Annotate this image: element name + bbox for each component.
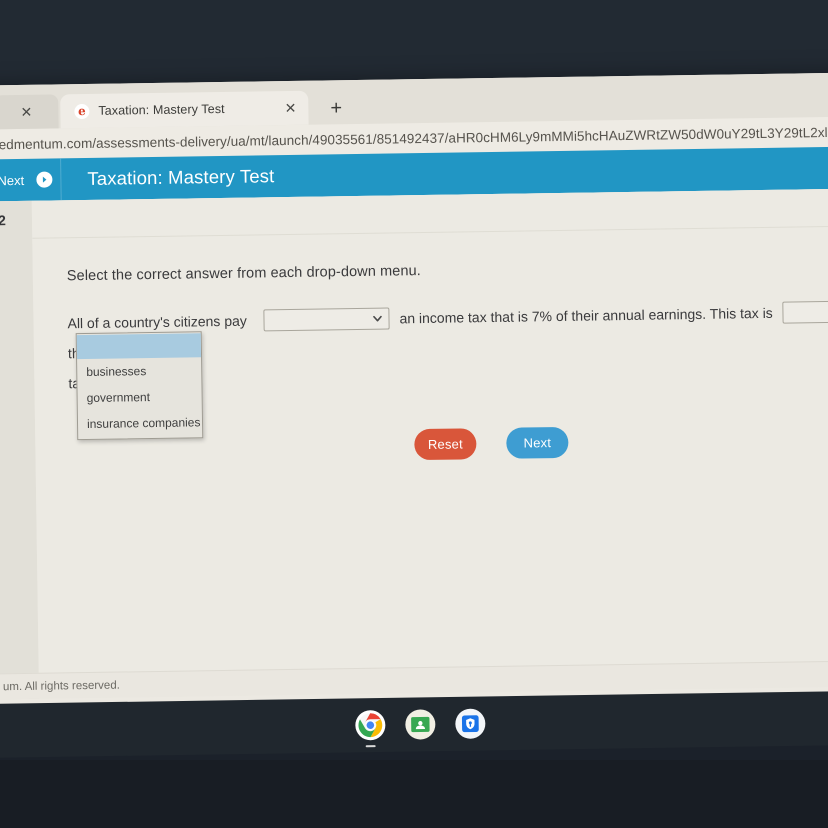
assessment-body: 2 Select the correct answer from each dr… [0,187,828,700]
dropdown-option-insurance-companies[interactable]: insurance companies [78,409,202,437]
header-next-button[interactable]: Next [0,158,62,202]
question-text-block: All of a country's citizens pay the tax.… [67,296,828,461]
instruction-text: Select the correct answer from each drop… [66,263,421,285]
chevron-down-icon [373,315,382,322]
browser-tab-title: Taxation: Mastery Test [98,101,225,118]
chrome-icon[interactable] [355,709,386,748]
active-app-indicator [365,745,376,748]
tax-type-dropdown[interactable] [782,300,828,324]
dropdown-option-businesses[interactable]: businesses [77,357,201,385]
desk-background-bottom [0,760,828,828]
next-button[interactable]: Next [506,426,569,459]
question-panel: 2 Select the correct answer from each dr… [0,187,828,699]
edmentum-favicon-icon: e [74,103,90,119]
browser-window: ✕ e Taxation: Mastery Test ✕ + .edmentum… [0,71,828,710]
action-buttons: Reset Next [414,426,569,461]
dropdown-option-government[interactable]: government [77,383,201,411]
google-classroom-icon[interactable] [405,709,436,740]
security-shield-icon[interactable] [455,708,486,739]
close-icon[interactable]: ✕ [20,104,32,120]
page-title: Taxation: Mastery Test [87,165,275,189]
browser-tab-active[interactable]: e Taxation: Mastery Test ✕ [60,90,309,129]
reset-button[interactable]: Reset [414,428,477,461]
question-number: 2 [0,211,6,228]
payer-dropdown-options[interactable]: businesses government insurance companie… [75,331,204,441]
close-icon[interactable]: ✕ [285,100,297,116]
dropdown-option-blank[interactable] [76,333,202,360]
photographed-screen: ✕ e Taxation: Mastery Test ✕ + .edmentum… [0,0,828,828]
circle-arrow-right-icon [36,171,53,188]
taskbar [0,690,828,758]
question-text-middle: an income tax that is 7% of their annual… [399,304,773,327]
copyright-text: um. All rights reserved. [2,679,120,693]
payer-dropdown[interactable] [263,307,390,332]
new-tab-button[interactable]: + [330,97,342,119]
header-next-label: Next [0,172,25,188]
browser-tab-partial[interactable]: ✕ [0,94,59,130]
